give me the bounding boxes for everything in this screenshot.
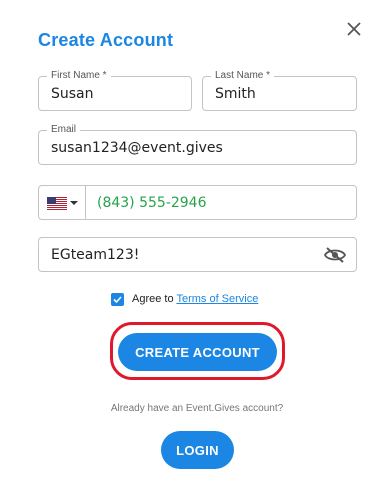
terms-checkbox[interactable]	[111, 293, 124, 306]
already-have-account-text: Already have an Event.Gives account?	[110, 403, 284, 414]
last-name-value: Smith	[215, 86, 256, 102]
agree-label: Agree to	[132, 293, 174, 305]
last-name-field[interactable]: Last Name * Smith	[202, 70, 357, 111]
first-name-field[interactable]: First Name * Susan	[38, 70, 192, 111]
phone-value: (843) 555-2946	[97, 195, 207, 211]
password-value: EGteam123!	[51, 247, 140, 263]
first-name-label: First Name *	[47, 70, 111, 82]
password-field[interactable]: EGteam123!	[38, 237, 357, 272]
email-label: Email	[47, 124, 81, 136]
email-field[interactable]: Email susan1234@event.gives	[38, 124, 357, 165]
email-value: susan1234@event.gives	[51, 140, 223, 156]
chevron-down-icon[interactable]	[70, 201, 78, 205]
create-account-button[interactable]: CREATE ACCOUNT	[118, 333, 277, 371]
us-flag-icon[interactable]	[47, 197, 67, 210]
phone-field[interactable]: (843) 555-2946	[38, 185, 357, 220]
dialog-title: Create Account	[38, 30, 174, 50]
last-name-label: Last Name *	[211, 70, 275, 82]
first-name-value: Susan	[51, 86, 94, 102]
phone-divider	[85, 186, 86, 219]
eye-slash-icon[interactable]	[323, 246, 347, 264]
login-button[interactable]: LOGIN	[161, 431, 234, 469]
terms-text: Agree to Terms of Service	[132, 293, 258, 305]
terms-of-service-link[interactable]: Terms of Service	[176, 293, 258, 305]
close-icon[interactable]	[344, 19, 364, 39]
